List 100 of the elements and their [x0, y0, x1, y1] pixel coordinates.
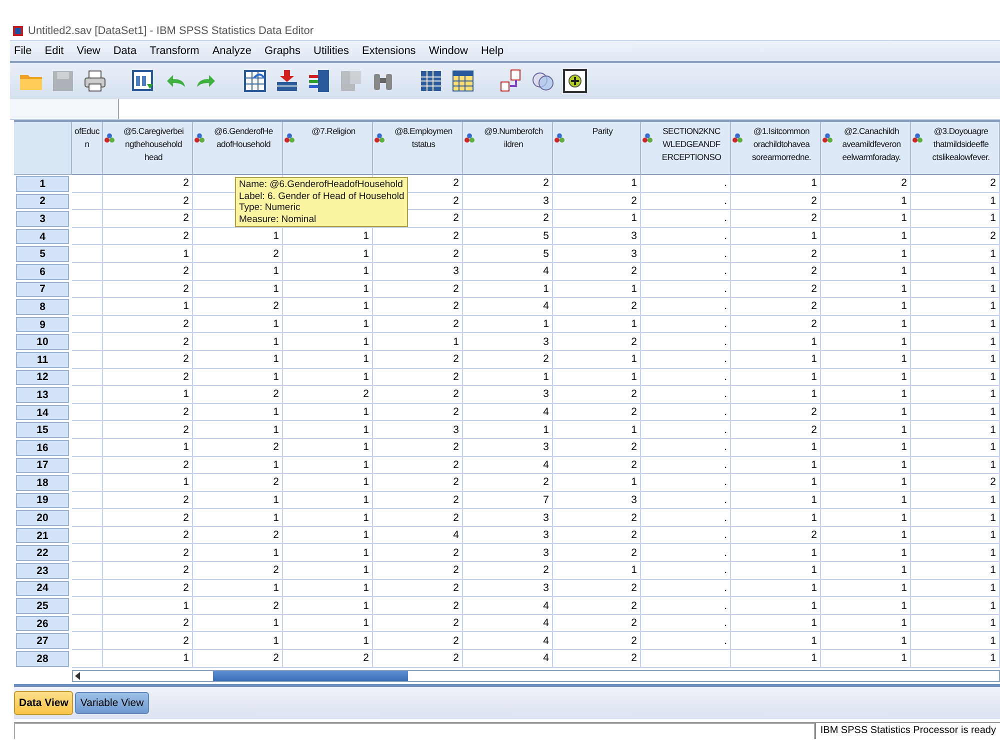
row-number[interactable]: 7	[16, 282, 69, 298]
row-number[interactable]: 16	[16, 440, 69, 456]
cell-editor-field[interactable]	[119, 99, 1000, 119]
table-cell: 5	[463, 228, 553, 246]
menu-item[interactable]: Help	[476, 45, 513, 57]
row-number[interactable]: 11	[16, 352, 69, 368]
scroll-thumb[interactable]	[213, 671, 408, 681]
row-number[interactable]: 17	[16, 458, 69, 474]
menu-item[interactable]: File	[10, 45, 41, 57]
row-number[interactable]: 6	[16, 264, 69, 280]
table-cell: 1	[911, 509, 1000, 527]
column-header[interactable]: @8.Employmen tstatus	[373, 122, 463, 175]
table-cell: 1	[193, 580, 283, 598]
row-number[interactable]: 15	[16, 422, 69, 438]
menu-item[interactable]: Window	[424, 45, 477, 57]
table-icon[interactable]	[450, 68, 476, 94]
column-header[interactable]: @6.GenderofHe adofHousehold	[193, 122, 283, 175]
table-cell: 1	[731, 562, 821, 580]
table-cell: 1	[553, 562, 641, 580]
table-cell: 1	[821, 562, 911, 580]
table-cell: 1	[103, 597, 193, 615]
row-number[interactable]: 10	[16, 334, 69, 350]
table-cell: 1	[283, 368, 373, 386]
column-header[interactable]: @1.Isitcommon orachildtohavea sorearmorredne.	[731, 122, 821, 175]
row-number[interactable]: 27	[16, 633, 69, 650]
row-number[interactable]: 4	[16, 228, 69, 244]
app-logo-icon	[12, 25, 24, 37]
table-cell: .	[641, 298, 731, 316]
view-tab[interactable]: Data View	[14, 691, 74, 715]
column-header[interactable]: ofEduc n	[72, 122, 103, 175]
menu-item[interactable]: Extensions	[358, 45, 425, 57]
table-cell: 2	[463, 175, 553, 193]
menu-item[interactable]: View	[72, 45, 110, 57]
table-cell: 1	[911, 333, 1000, 351]
row-number[interactable]: 28	[16, 651, 69, 667]
table-cell: 2	[553, 650, 641, 668]
table-cell: 1	[463, 316, 553, 334]
table-cell: 2	[103, 632, 193, 650]
table-cell: 1	[283, 544, 373, 562]
column-header[interactable]: @9.Numberofch ildren	[463, 122, 553, 175]
table-cell: 2	[283, 650, 373, 668]
row-number[interactable]: 21	[16, 528, 69, 544]
table-cell	[72, 350, 103, 369]
table-cell: 1	[731, 456, 821, 474]
table-cell: .	[641, 421, 731, 439]
row-number[interactable]: 3	[16, 211, 69, 227]
row-number[interactable]: 13	[16, 387, 69, 403]
row-number[interactable]: 18	[16, 475, 69, 491]
scroll-left-icon[interactable]	[74, 672, 82, 680]
row-number[interactable]: 23	[16, 563, 69, 579]
row-number[interactable]: 25	[16, 598, 69, 614]
row-number[interactable]: 20	[16, 510, 69, 526]
table-cell: 2	[731, 262, 821, 281]
menu-item[interactable]: Analyze	[208, 45, 260, 57]
table-icon[interactable]	[418, 68, 444, 94]
table-rows-icon[interactable]	[306, 68, 332, 94]
table-cell	[72, 526, 103, 544]
menu-item[interactable]: Graphs	[260, 45, 310, 57]
row-number[interactable]: 12	[16, 370, 69, 386]
table-arrow-icon[interactable]	[274, 68, 300, 94]
table-cell: 1	[193, 333, 283, 351]
menu-item[interactable]: Utilities	[310, 45, 358, 57]
row-number[interactable]: 24	[16, 580, 69, 596]
table-cell	[72, 632, 103, 650]
menu-item[interactable]: Edit	[40, 45, 73, 57]
menu-item[interactable]: Data	[109, 45, 146, 57]
table-cell: 2	[373, 614, 463, 632]
cell-reference-field[interactable]	[10, 99, 119, 119]
table-cell: 1	[911, 316, 1000, 334]
window-icon[interactable]	[130, 68, 156, 94]
row-number[interactable]: 1	[16, 176, 69, 192]
column-header[interactable]: SECTION2KNC WLEDGEANDF ERCEPTIONSO	[641, 122, 731, 175]
table-cell	[72, 192, 103, 210]
row-number[interactable]: 22	[16, 545, 69, 562]
row-number[interactable]: 8	[16, 299, 69, 315]
column-header[interactable]: @7.Religion	[283, 122, 373, 175]
table-cell: 1	[821, 438, 911, 456]
row-number[interactable]: 5	[16, 246, 69, 262]
table-icon[interactable]	[242, 68, 268, 94]
table-cell: 2	[103, 192, 193, 210]
row-number[interactable]: 2	[16, 194, 69, 210]
table-cell: 2	[193, 526, 283, 544]
column-header[interactable]: Parity	[553, 122, 641, 175]
horizontal-scrollbar[interactable]	[72, 670, 1000, 682]
table-cell: 4	[373, 526, 463, 544]
column-header[interactable]: @5.Caregiverbei ngthehousehold head	[103, 122, 193, 175]
row-number[interactable]: 14	[16, 404, 69, 420]
view-tab[interactable]: Variable View	[75, 692, 149, 714]
row-number[interactable]: 26	[16, 616, 69, 632]
menu-item[interactable]: Transform	[146, 45, 208, 57]
table-cell	[72, 245, 103, 263]
table-cell: 4	[463, 650, 553, 668]
printer-icon[interactable]	[82, 68, 108, 94]
table-cell	[72, 456, 103, 474]
row-number[interactable]: 19	[16, 492, 69, 508]
table-cell: 1	[283, 526, 373, 544]
column-header[interactable]: @3.Doyouagre thatmildsideeffe ctslikealowfever.	[911, 122, 1000, 175]
plus-icon[interactable]	[562, 68, 588, 94]
column-header[interactable]: @2.Canachildh aveamildfeveron eelwarmforaday.	[821, 122, 911, 175]
row-number[interactable]: 9	[16, 316, 69, 332]
